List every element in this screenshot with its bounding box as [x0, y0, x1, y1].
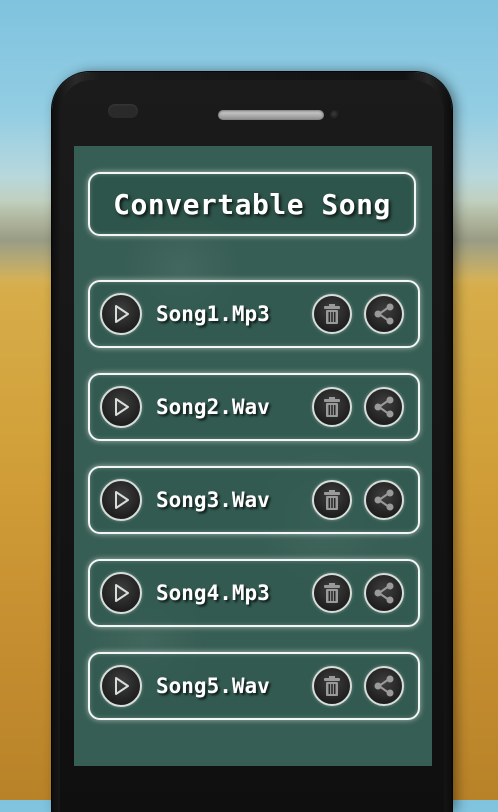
list-item[interactable]: Song1.Mp3 — [88, 280, 420, 348]
play-button[interactable] — [100, 665, 142, 707]
trash-icon — [324, 304, 340, 324]
play-icon — [115, 677, 129, 695]
play-button[interactable] — [100, 386, 142, 428]
play-icon — [115, 491, 129, 509]
app-screen: Convertable Song Song1.Mp3 Song2.Wav Son… — [74, 146, 432, 766]
delete-button[interactable] — [312, 573, 352, 613]
earpiece-speaker — [218, 110, 324, 120]
delete-button[interactable] — [312, 387, 352, 427]
play-button[interactable] — [100, 293, 142, 335]
list-item[interactable]: Song5.Wav — [88, 652, 420, 720]
delete-button[interactable] — [312, 666, 352, 706]
song-name: Song4.Mp3 — [156, 581, 270, 605]
song-list: Song1.Mp3 Song2.Wav Song3.Wav Song4.Mp3 … — [88, 280, 420, 745]
delete-button[interactable] — [312, 480, 352, 520]
trash-icon — [324, 397, 340, 417]
play-button[interactable] — [100, 479, 142, 521]
trash-icon — [324, 490, 340, 510]
share-button[interactable] — [364, 480, 404, 520]
play-icon — [115, 584, 129, 602]
share-button[interactable] — [364, 294, 404, 334]
trash-icon — [324, 676, 340, 696]
list-item[interactable]: Song3.Wav — [88, 466, 420, 534]
share-button[interactable] — [364, 666, 404, 706]
play-button[interactable] — [100, 572, 142, 614]
page-title: Convertable Song — [113, 187, 391, 221]
share-icon — [374, 582, 394, 604]
share-icon — [374, 489, 394, 511]
proximity-sensor — [108, 104, 138, 118]
share-icon — [374, 396, 394, 418]
title-banner: Convertable Song — [88, 172, 416, 236]
delete-button[interactable] — [312, 294, 352, 334]
share-icon — [374, 303, 394, 325]
trash-icon — [324, 583, 340, 603]
song-name: Song1.Mp3 — [156, 302, 270, 326]
song-name: Song5.Wav — [156, 674, 270, 698]
song-name: Song2.Wav — [156, 395, 270, 419]
play-icon — [115, 398, 129, 416]
share-icon — [374, 675, 394, 697]
list-item[interactable]: Song2.Wav — [88, 373, 420, 441]
list-item[interactable]: Song4.Mp3 — [88, 559, 420, 627]
play-icon — [115, 305, 129, 323]
front-camera — [330, 110, 340, 120]
song-name: Song3.Wav — [156, 488, 270, 512]
share-button[interactable] — [364, 387, 404, 427]
share-button[interactable] — [364, 573, 404, 613]
